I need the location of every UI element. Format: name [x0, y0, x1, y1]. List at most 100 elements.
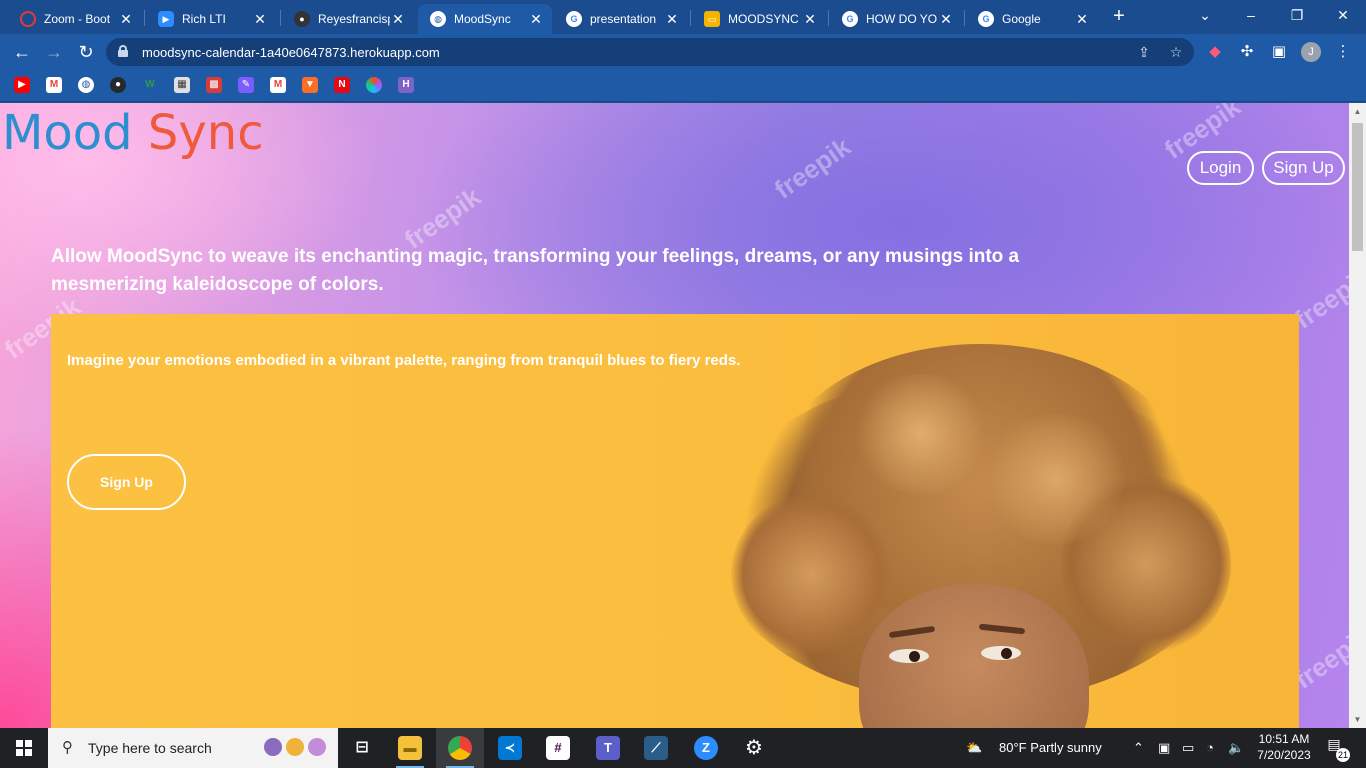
close-tab-icon[interactable]: ✕ — [664, 11, 680, 28]
tab-separator — [828, 10, 829, 26]
address-bar[interactable]: moodsync-calendar-1a40e0647873.herokuapp… — [106, 38, 1194, 66]
url-text[interactable]: moodsync-calendar-1a40e0647873.herokuapp… — [142, 45, 440, 60]
tab-rich-lti[interactable]: ▶ Rich LTI ✕ — [146, 4, 276, 34]
maximize-button[interactable]: ❐ — [1274, 0, 1320, 30]
login-button[interactable]: Login — [1187, 151, 1254, 185]
back-arrow-icon[interactable]: ← — [10, 40, 34, 64]
github-icon[interactable]: ● — [110, 77, 126, 93]
clock-time: 10:51 AM — [1258, 732, 1310, 746]
task-view-icon: ⊟ — [355, 739, 369, 756]
logo-word-sync: Sync — [147, 105, 264, 161]
scroll-up-arrow-icon[interactable]: ▲ — [1349, 103, 1366, 120]
reload-icon[interactable]: ↻ — [74, 40, 98, 64]
forward-arrow-icon[interactable]: → — [42, 40, 66, 64]
zoom-ring-icon — [20, 11, 36, 27]
mysql-workbench-app[interactable]: ⟋ — [632, 728, 680, 768]
close-tab-icon[interactable]: ✕ — [938, 11, 954, 28]
close-tab-icon[interactable]: ✕ — [802, 11, 818, 28]
close-window-button[interactable]: ✕ — [1320, 0, 1366, 30]
netlify-icon[interactable]: N — [334, 77, 350, 93]
tab-github[interactable]: ● Reyesfrancisp ✕ — [282, 4, 414, 34]
scrollbar-thumb[interactable] — [1352, 123, 1363, 251]
site-logo[interactable]: Mood Sync — [2, 105, 264, 161]
zoom-icon: ▶ — [158, 11, 174, 27]
close-tab-icon[interactable]: ✕ — [118, 11, 134, 28]
taskbar-search-box[interactable]: ⚲ Type here to search — [48, 728, 338, 768]
settings-app[interactable]: ⚙ — [730, 728, 778, 768]
tab-separator — [690, 10, 691, 26]
tab-search-chevron-icon[interactable]: ⌄ — [1182, 0, 1228, 30]
meet-now-icon[interactable]: ▣ — [1158, 728, 1170, 768]
scroll-down-arrow-icon[interactable]: ▼ — [1349, 711, 1366, 728]
hero-signup-button[interactable]: Sign Up — [67, 454, 186, 510]
vscode-app[interactable]: ≺ — [486, 728, 534, 768]
side-panel-icon[interactable]: ▣ — [1268, 41, 1290, 63]
tab-separator — [280, 10, 281, 26]
search-highlight-icon — [286, 738, 304, 756]
gmail-icon[interactable]: M — [270, 77, 286, 93]
zoom-icon: Z — [694, 736, 718, 760]
close-tab-icon[interactable]: ✕ — [528, 11, 544, 28]
gmail-icon[interactable]: M — [46, 77, 62, 93]
wifi-icon[interactable]: ◔ — [1206, 728, 1214, 768]
folder-icon: ▬ — [398, 736, 422, 760]
gitlab-icon[interactable]: ▼ — [302, 77, 318, 93]
extensions-puzzle-icon[interactable]: ✣ — [1236, 41, 1258, 63]
watermark: freepik — [768, 131, 856, 205]
bookmark-star-icon[interactable]: ☆ — [1166, 42, 1186, 62]
close-tab-icon[interactable]: ✕ — [252, 11, 268, 28]
minimize-button[interactable]: – — [1228, 0, 1274, 30]
slides-icon: ▭ — [704, 11, 720, 27]
tab-moodsync-slides[interactable]: ▭ MOODSYNC ✕ — [692, 4, 826, 34]
github-icon: ● — [294, 11, 310, 27]
google-icon: G — [566, 11, 582, 27]
tab-google[interactable]: G Google ✕ — [966, 4, 1098, 34]
weather-widget[interactable]: 80°F Partly sunny — [999, 728, 1102, 768]
lock-icon[interactable] — [118, 45, 128, 57]
teams-app[interactable]: T — [584, 728, 632, 768]
swirl-icon[interactable] — [366, 77, 382, 93]
slack-icon: # — [546, 736, 570, 760]
new-tab-button[interactable]: + — [1108, 5, 1130, 27]
windows-logo-icon — [16, 740, 32, 756]
chrome-app[interactable] — [436, 728, 484, 768]
tab-zoom[interactable]: Zoom - Boot ✕ — [8, 4, 142, 34]
battery-icon[interactable]: ▭ — [1182, 728, 1194, 768]
maze-icon[interactable]: ▩ — [206, 77, 222, 93]
teams-icon: T — [596, 736, 620, 760]
weather-icon[interactable]: ⛅ — [966, 728, 996, 768]
close-tab-icon[interactable]: ✕ — [1074, 11, 1090, 28]
youtube-icon[interactable]: ▶ — [14, 77, 30, 93]
start-button[interactable] — [0, 728, 48, 768]
browser-menu-icon[interactable]: ⋮ — [1332, 41, 1354, 63]
page-scrollbar[interactable]: ▲ ▼ — [1349, 103, 1366, 728]
w-icon[interactable]: W — [142, 77, 158, 93]
search-highlight-icon — [308, 738, 326, 756]
profile-avatar[interactable]: J — [1301, 42, 1321, 62]
share-icon[interactable]: ⇪ — [1134, 42, 1154, 62]
page-viewport: freepik freepik freepik freepik freepik … — [0, 103, 1349, 728]
file-explorer-app[interactable]: ▬ — [386, 728, 434, 768]
globe-icon: ◍ — [430, 11, 446, 27]
search-placeholder: Type here to search — [88, 740, 212, 756]
hero-headline: Allow MoodSync to weave its enchanting m… — [51, 246, 1020, 295]
heroku-icon[interactable]: H — [398, 77, 414, 93]
system-clock[interactable]: 10:51 AM 7/20/2023 — [1246, 731, 1322, 763]
screen-recorder-icon[interactable]: ◆ — [1204, 41, 1226, 63]
browser-toolbar: ← → ↻ moodsync-calendar-1a40e0647873.her… — [0, 34, 1366, 70]
calculator-icon[interactable]: ▦ — [174, 77, 190, 93]
zoom-app[interactable]: Z — [682, 728, 730, 768]
globe-icon[interactable]: ◍ — [78, 77, 94, 93]
tab-presentation[interactable]: G presentation ✕ — [554, 4, 688, 34]
bookmarks-bar: ▶ M ◍ ● W ▦ ▩ ✎ M ▼ N H — [0, 70, 1366, 102]
tab-how-do-you[interactable]: G HOW DO YO ✕ — [830, 4, 962, 34]
volume-icon[interactable]: 🔈 — [1228, 728, 1244, 768]
slack-app[interactable]: # — [534, 728, 582, 768]
task-view-button[interactable]: ⊟ — [338, 728, 386, 768]
close-tab-icon[interactable]: ✕ — [390, 11, 406, 28]
nav-signup-button[interactable]: Sign Up — [1262, 151, 1345, 185]
show-hidden-icons-chevron-icon[interactable]: ⌃ — [1133, 728, 1144, 768]
tab-moodsync[interactable]: ◍ MoodSync ✕ — [418, 4, 552, 34]
notification-center-icon[interactable]: ▤ 21 — [1322, 736, 1350, 762]
app-icon[interactable]: ✎ — [238, 77, 254, 93]
